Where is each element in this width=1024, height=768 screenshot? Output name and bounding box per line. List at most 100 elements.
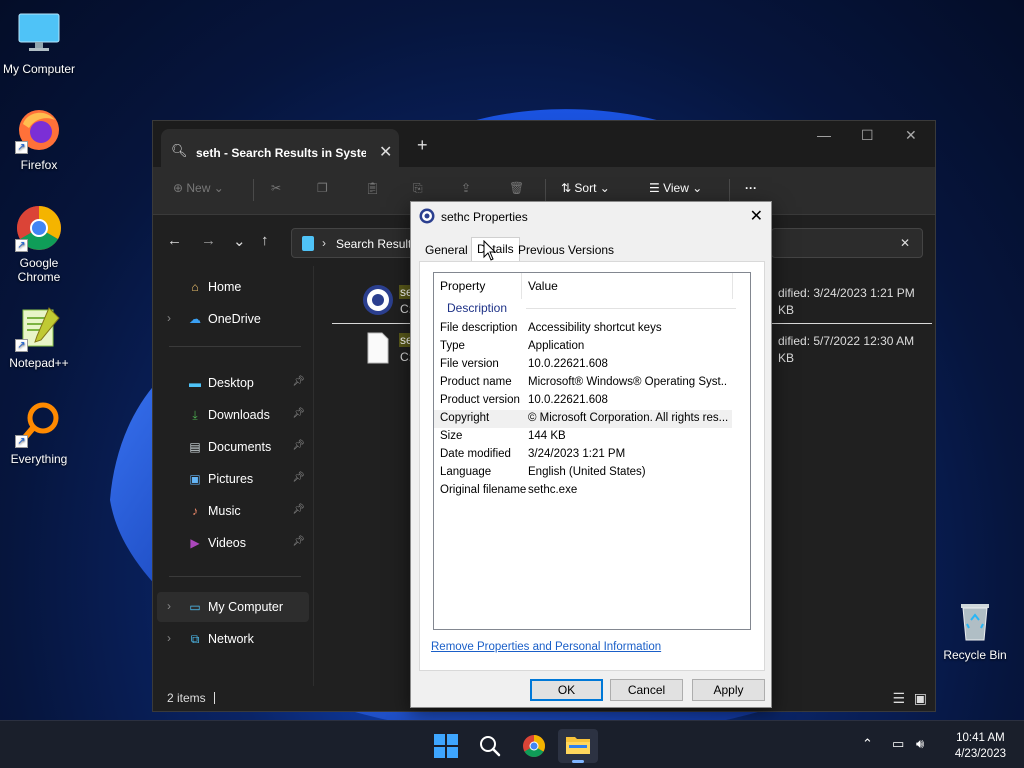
- expand-chevron-icon[interactable]: ›: [167, 599, 171, 613]
- sidebar-divider: [169, 576, 301, 577]
- address-bar[interactable]: › Search Results: [291, 228, 417, 258]
- sidebar-item-music[interactable]: ♪ Music 📌︎: [157, 496, 309, 526]
- show-hidden-icons-chevron[interactable]: ⌃: [862, 736, 873, 752]
- paste-icon[interactable]: 📋︎: [365, 181, 380, 195]
- blank-file-icon: [367, 332, 389, 364]
- property-row[interactable]: Copyright © Microsoft Corporation. All r…: [434, 410, 732, 428]
- toolbar-divider: [729, 179, 730, 201]
- expand-chevron-icon[interactable]: ›: [167, 311, 171, 325]
- property-row[interactable]: Product version 10.0.22621.608: [434, 392, 732, 410]
- column-header-property[interactable]: Property: [440, 279, 485, 293]
- sidebar-item-label: Home: [208, 280, 242, 294]
- taskbar-file-explorer-button[interactable]: [558, 729, 598, 763]
- property-row[interactable]: Product name Microsoft® Windows® Operati…: [434, 374, 732, 392]
- sidebar-item-label: Pictures: [208, 472, 254, 486]
- apply-button[interactable]: Apply: [692, 679, 765, 701]
- share-icon[interactable]: ⇪: [461, 181, 471, 195]
- tiles-view-icon[interactable]: ▣: [914, 690, 927, 707]
- sidebar-item-my-computer[interactable]: › ▭ My Computer: [157, 592, 309, 622]
- pin-icon[interactable]: 📌︎: [292, 408, 305, 419]
- pin-icon[interactable]: 📌︎: [292, 536, 305, 547]
- sidebar-item-network[interactable]: › ⧉ Network: [157, 624, 309, 654]
- explorer-tab[interactable]: 🔍︎ seth - Search Results in Syster ✕: [161, 129, 399, 167]
- property-value: 3/24/2023 1:21 PM: [528, 448, 626, 460]
- delete-icon[interactable]: 🗑︎: [509, 181, 524, 195]
- desktop-icon-everything[interactable]: ↗ Everything: [0, 400, 78, 466]
- property-name: Product version: [440, 394, 520, 406]
- pin-icon[interactable]: 📌︎: [292, 376, 305, 387]
- start-button[interactable]: [426, 729, 466, 763]
- desktop-icon-label: Google Chrome: [17, 256, 61, 284]
- shortcut-arrow-icon: ↗: [15, 239, 28, 252]
- network-status-icon[interactable]: ▭: [892, 736, 904, 752]
- tab-general[interactable]: General: [420, 239, 473, 261]
- close-window-button[interactable]: ✕: [905, 127, 917, 144]
- forward-arrow-icon[interactable]: →: [201, 232, 216, 249]
- pin-icon[interactable]: 📌︎: [292, 440, 305, 451]
- pin-icon[interactable]: 📌︎: [292, 472, 305, 483]
- column-header-value[interactable]: Value: [528, 279, 558, 293]
- ok-button[interactable]: OK: [530, 679, 603, 701]
- cancel-button[interactable]: Cancel: [610, 679, 683, 701]
- view-button[interactable]: ☰ View ⌄: [649, 181, 702, 195]
- desktop-icon-my-computer[interactable]: My Computer: [0, 10, 78, 76]
- view-icon: ☰: [649, 181, 664, 195]
- tab-previous-versions[interactable]: Previous Versions: [513, 239, 619, 261]
- sidebar-item-label: OneDrive: [208, 312, 261, 326]
- minimize-button[interactable]: —: [817, 127, 831, 143]
- rename-icon[interactable]: ⎘: [413, 181, 423, 196]
- sidebar-item-pictures[interactable]: ▣ Pictures 📌︎: [157, 464, 309, 494]
- desktop-icon-label: My Computer: [2, 62, 76, 76]
- home-icon: ⌂: [191, 280, 199, 294]
- property-row[interactable]: File version 10.0.22621.608: [434, 356, 732, 374]
- magnifier-icon: ↗: [15, 400, 63, 448]
- desktop-icon-notepadpp[interactable]: ↗ Notepad++: [0, 304, 78, 370]
- search-results-icon: [302, 236, 314, 251]
- sidebar-item-home[interactable]: ⌂ Home: [157, 272, 309, 302]
- new-tab-button[interactable]: +: [417, 135, 428, 156]
- desktop-icon-chrome[interactable]: ↗ Google Chrome: [0, 204, 78, 284]
- property-row[interactable]: Date modified 3/24/2023 1:21 PM: [434, 446, 732, 464]
- sidebar-item-videos[interactable]: ▶ Videos 📌︎: [157, 528, 309, 558]
- sidebar-item-documents[interactable]: ▤ Documents 📌︎: [157, 432, 309, 462]
- property-row[interactable]: Size 144 KB: [434, 428, 732, 446]
- recent-dropdown-icon[interactable]: ⌄: [233, 232, 246, 250]
- property-row[interactable]: Language English (United States): [434, 464, 732, 482]
- desktop-icon-recycle-bin[interactable]: Recycle Bin: [936, 596, 1014, 662]
- cut-icon[interactable]: ✂: [271, 181, 281, 195]
- remove-properties-link[interactable]: Remove Properties and Personal Informati…: [431, 641, 661, 653]
- sidebar-item-desktop[interactable]: ▬ Desktop 📌︎: [157, 368, 309, 398]
- tab-close-icon[interactable]: ✕: [379, 142, 392, 162]
- property-row[interactable]: Original filename sethc.exe: [434, 482, 732, 500]
- clear-search-icon[interactable]: ✕: [900, 236, 910, 250]
- volume-icon[interactable]: 🔊︎: [916, 736, 924, 752]
- taskbar-search-button[interactable]: [470, 729, 510, 763]
- property-row[interactable]: File description Accessibility shortcut …: [434, 320, 732, 338]
- maximize-button[interactable]: ☐: [861, 127, 874, 144]
- picture-icon: ▣: [189, 472, 201, 486]
- dialog-close-icon[interactable]: ✕: [750, 206, 763, 226]
- new-button[interactable]: ⊕ New ⌄: [173, 181, 224, 195]
- sidebar-item-onedrive[interactable]: › ☁ OneDrive: [157, 304, 309, 334]
- property-row[interactable]: Type Application: [434, 338, 732, 356]
- system-clock[interactable]: 10:41 AM 4/23/2023: [955, 730, 1006, 762]
- details-view-icon[interactable]: ☰: [892, 690, 905, 707]
- pin-icon[interactable]: 📌︎: [292, 504, 305, 515]
- copy-icon[interactable]: ❐: [317, 181, 328, 195]
- property-value: Application: [528, 340, 585, 352]
- up-arrow-icon[interactable]: ↑: [261, 232, 269, 249]
- property-name: Date modified: [440, 448, 511, 460]
- expand-chevron-icon[interactable]: ›: [167, 631, 171, 645]
- back-arrow-icon[interactable]: ←: [167, 232, 182, 249]
- details-list[interactable]: Property Value Description File descript…: [433, 272, 751, 630]
- shortcut-arrow-icon: ↗: [15, 141, 28, 154]
- dialog-tabs: General Details Previous Versions: [419, 237, 765, 262]
- more-options-button[interactable]: ···: [745, 181, 757, 195]
- cloud-icon: ☁: [189, 312, 201, 326]
- sidebar-item-downloads[interactable]: ⤓ Downloads 📌︎: [157, 400, 309, 430]
- sort-icon: ⇅: [561, 181, 575, 195]
- sort-button[interactable]: ⇅ Sort ⌄: [561, 181, 610, 195]
- search-input[interactable]: ✕: [771, 228, 923, 258]
- taskbar-chrome-button[interactable]: [514, 729, 554, 763]
- desktop-icon-firefox[interactable]: ↗ Firefox: [0, 106, 78, 172]
